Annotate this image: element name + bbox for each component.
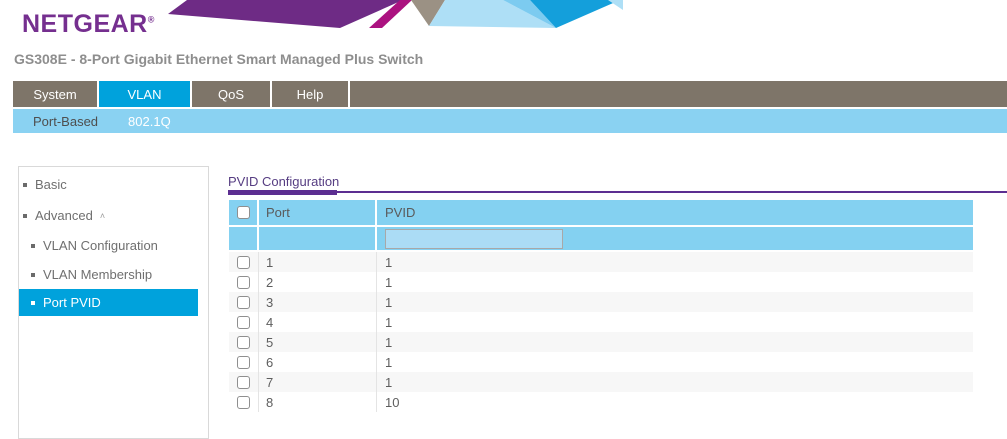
bullet-icon	[23, 183, 27, 187]
banner-graphic	[168, 0, 623, 28]
netgear-logo-text: NETGEAR	[22, 10, 148, 38]
port-cell: 8	[259, 392, 377, 412]
pvid-cell: 1	[377, 312, 973, 332]
tab-vlan[interactable]: VLAN	[99, 81, 192, 107]
filter-port-cell	[259, 227, 377, 250]
filter-pvid-cell	[377, 227, 973, 250]
pvid-cell: 1	[377, 252, 973, 272]
table-header-row: Port PVID	[229, 200, 973, 225]
table-row: 8 10	[229, 392, 973, 412]
sidebar-item-vlan-configuration[interactable]: VLAN Configuration	[31, 238, 158, 253]
bullet-icon	[31, 301, 35, 305]
bullet-icon	[23, 214, 27, 218]
port-cell: 1	[259, 252, 377, 272]
subnav-8021q[interactable]: 802.1Q	[120, 114, 179, 129]
port-cell: 5	[259, 332, 377, 352]
column-header-pvid: PVID	[377, 200, 973, 225]
page-title: PVID Configuration	[228, 174, 339, 189]
pvid-filter-input[interactable]	[385, 229, 563, 249]
sidebar-item-vlan-membership[interactable]: VLAN Membership	[31, 267, 152, 282]
tab-qos[interactable]: QoS	[192, 81, 272, 107]
port-cell: 4	[259, 312, 377, 332]
table-filter-row	[229, 227, 973, 250]
table-row: 7 1	[229, 372, 973, 392]
table-row: 4 1	[229, 312, 973, 332]
sidebar-item-label: VLAN Configuration	[43, 238, 158, 253]
row-checkbox[interactable]	[237, 256, 250, 269]
pvid-cell: 1	[377, 272, 973, 292]
pvid-cell: 1	[377, 292, 973, 312]
row-checkbox[interactable]	[237, 336, 250, 349]
row-checkbox[interactable]	[237, 316, 250, 329]
port-cell: 2	[259, 272, 377, 292]
tab-system[interactable]: System	[13, 81, 99, 107]
bullet-icon	[31, 273, 35, 277]
main-nav: System VLAN QoS Help	[13, 81, 1007, 107]
port-cell: 7	[259, 372, 377, 392]
row-checkbox[interactable]	[237, 296, 250, 309]
header-checkbox-cell	[229, 200, 259, 225]
column-header-port: Port	[259, 200, 377, 225]
pvid-cell: 10	[377, 392, 973, 412]
table-row: 2 1	[229, 272, 973, 292]
port-cell: 3	[259, 292, 377, 312]
row-checkbox[interactable]	[237, 396, 250, 409]
bullet-icon	[31, 244, 35, 248]
pvid-table: Port PVID 1 1 2 1 3 1 4 1	[229, 200, 973, 412]
table-row: 5 1	[229, 332, 973, 352]
sidebar-item-port-pvid[interactable]: Port PVID	[19, 289, 198, 316]
sidebar-item-label: Basic	[35, 177, 67, 192]
app-window: NETGEAR® GS308E - 8-Port Gigabit Etherne…	[0, 0, 1007, 439]
table-row: 1 1	[229, 252, 973, 272]
row-checkbox[interactable]	[237, 376, 250, 389]
sidebar-item-label: Advanced	[35, 208, 93, 223]
sidebar: Basic Advanced ˄ VLAN Configuration VLAN…	[18, 166, 209, 439]
sub-nav: Port-Based 802.1Q	[13, 109, 1007, 133]
sidebar-item-advanced[interactable]: Advanced ˄	[23, 208, 105, 223]
pvid-cell: 1	[377, 352, 973, 372]
subnav-port-based[interactable]: Port-Based	[25, 114, 106, 129]
table-row: 6 1	[229, 352, 973, 372]
row-checkbox[interactable]	[237, 276, 250, 289]
pvid-cell: 1	[377, 372, 973, 392]
sidebar-item-label: VLAN Membership	[43, 267, 152, 282]
table-row: 3 1	[229, 292, 973, 312]
title-underline	[228, 191, 1007, 193]
device-title: GS308E - 8-Port Gigabit Ethernet Smart M…	[14, 51, 423, 67]
sidebar-item-label: Port PVID	[43, 295, 101, 310]
select-all-checkbox[interactable]	[237, 206, 250, 219]
port-cell: 6	[259, 352, 377, 372]
filter-checkbox-cell	[229, 227, 259, 250]
collapse-caret-icon: ˄	[100, 211, 105, 221]
sidebar-item-basic[interactable]: Basic	[23, 177, 67, 192]
title-underline-accent	[228, 190, 337, 195]
pvid-cell: 1	[377, 332, 973, 352]
registered-mark: ®	[148, 15, 155, 25]
tab-help[interactable]: Help	[272, 81, 350, 107]
netgear-logo: NETGEAR®	[22, 10, 155, 39]
row-checkbox[interactable]	[237, 356, 250, 369]
